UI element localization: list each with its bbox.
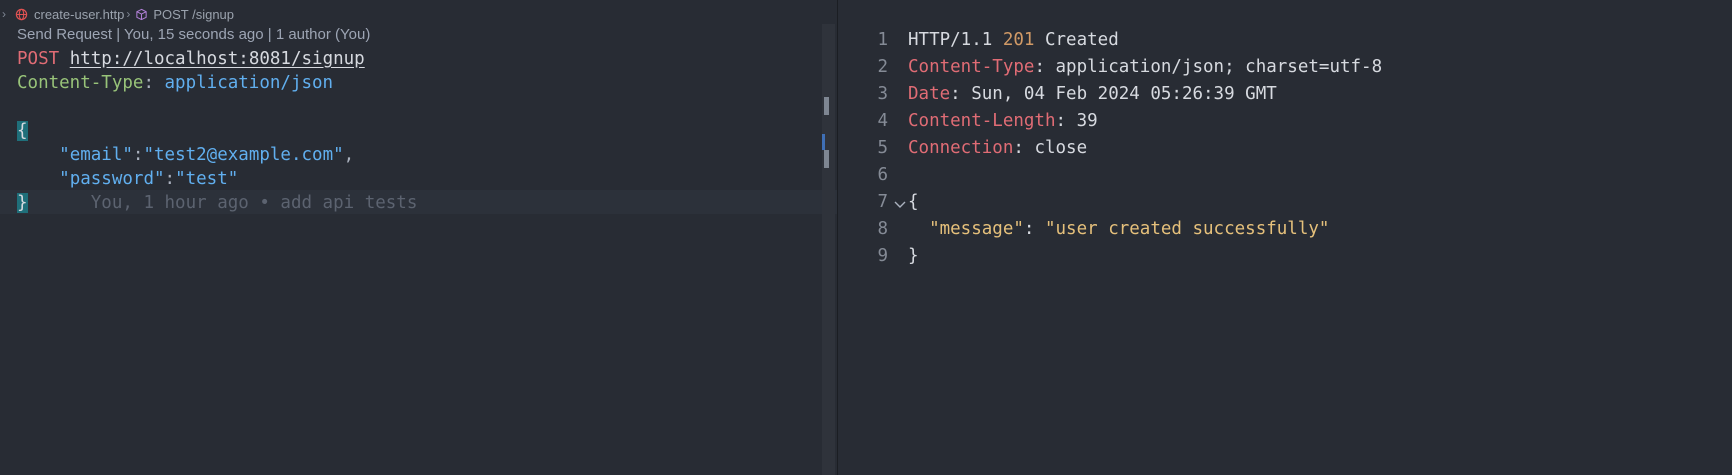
send-request-codelens[interactable]: Send Request | You, 15 seconds ago | 1 a… [17, 26, 370, 43]
breadcrumb-request-label: POST /signup [153, 6, 235, 22]
response-header-value: 39 [1076, 111, 1098, 131]
breadcrumb: › create-user.http › POST /signup [0, 4, 837, 24]
message-line: "message": "user created successfully" [929, 219, 1330, 239]
response-header-name: Content-Length [908, 111, 1056, 131]
line-number: 2 [877, 57, 888, 77]
line-number-gutter: 1 2 3 4 5 6 7 8 9 [838, 27, 888, 270]
line-number: 6 [877, 165, 888, 185]
request-code[interactable]: POST http://localhost:8081/signup Conten… [17, 47, 417, 215]
status-text: Created [1034, 30, 1119, 50]
response-code[interactable]: HTTP/1.1 201 Created Content-Type: appli… [908, 27, 1382, 270]
request-header-value: application/json [164, 73, 334, 93]
breadcrumb-request[interactable]: POST /signup [133, 7, 234, 22]
email-key: "email" [59, 145, 133, 165]
body-open-line: { [908, 189, 1382, 216]
request-url[interactable]: http://localhost:8081/signup [70, 49, 365, 69]
password-value: "test" [175, 169, 239, 189]
cube-icon [136, 8, 147, 20]
response-close-brace: } [908, 246, 919, 266]
vertical-scrollbar[interactable] [822, 24, 835, 475]
chevron-right-icon: › [126, 7, 131, 21]
password-key: "password" [59, 169, 165, 189]
git-blame-annotation: You, 1 hour ago • add api tests [90, 193, 418, 213]
response-header-name: Connection [908, 138, 1014, 158]
chevron-down-icon[interactable] [894, 198, 906, 213]
response-header-value: close [1034, 138, 1088, 158]
body-close-line: } You, 1 hour ago • add api tests [17, 191, 417, 215]
breadcrumb-file-label: create-user.http [34, 6, 125, 22]
breadcrumb-file[interactable]: create-user.http [9, 7, 124, 22]
request-header-name: Content-Type [17, 73, 144, 93]
globe-icon [15, 8, 28, 20]
message-key: "message" [929, 219, 1024, 239]
status-line: HTTP/1.1 201 Created [908, 27, 1382, 54]
open-brace: { [17, 121, 28, 141]
line-number: 5 [877, 138, 888, 158]
response-open-brace: { [908, 192, 919, 212]
request-line: POST http://localhost:8081/signup [17, 47, 417, 71]
line-number: 3 [877, 84, 888, 104]
response-header-line: Content-Type: application/json; charset=… [908, 57, 1383, 77]
response-header-value: application/json; charset=utf-8 [1055, 57, 1383, 77]
message-value: "user created successfully" [1044, 219, 1330, 239]
line-number: 1 [877, 30, 888, 50]
scrollbar-change-marker [822, 134, 825, 150]
line-number: 4 [877, 111, 888, 131]
scrollbar-marker [824, 150, 829, 168]
body-open-line: { [17, 119, 417, 143]
email-value: "test2@example.com" [143, 145, 344, 165]
request-editor-pane[interactable]: › create-user.http › POST /signup Send R… [0, 0, 837, 475]
response-header-name: Content-Type [908, 57, 1035, 77]
status-code: 201 [1002, 30, 1035, 50]
scrollbar-marker [824, 97, 829, 115]
chevron-right-icon: › [2, 7, 6, 21]
status-protocol: HTTP/1.1 [908, 30, 1003, 50]
response-header-line: Connection: close [908, 138, 1088, 158]
response-header-line: Content-Length: 39 [908, 111, 1098, 131]
response-header-name: Date [908, 84, 951, 104]
line-number: 7 [877, 192, 888, 212]
line-number: 9 [877, 246, 888, 266]
line-number: 8 [877, 219, 888, 239]
response-header-value: Sun, 04 Feb 2024 05:26:39 GMT [971, 84, 1277, 104]
email-line: "email":"test2@example.com", [59, 145, 355, 165]
response-header-line: Date: Sun, 04 Feb 2024 05:26:39 GMT [908, 84, 1277, 104]
http-method: POST [17, 49, 60, 69]
body-close-line: } [908, 243, 1382, 270]
response-pane[interactable]: 1 2 3 4 5 6 7 8 9 HTTP/1.1 201 Created C… [838, 0, 1732, 475]
password-line: "password":"test" [59, 169, 239, 189]
close-brace: } [17, 193, 28, 213]
request-header-line: Content-Type: application/json [17, 71, 417, 95]
request-header-sep: : [143, 73, 165, 93]
